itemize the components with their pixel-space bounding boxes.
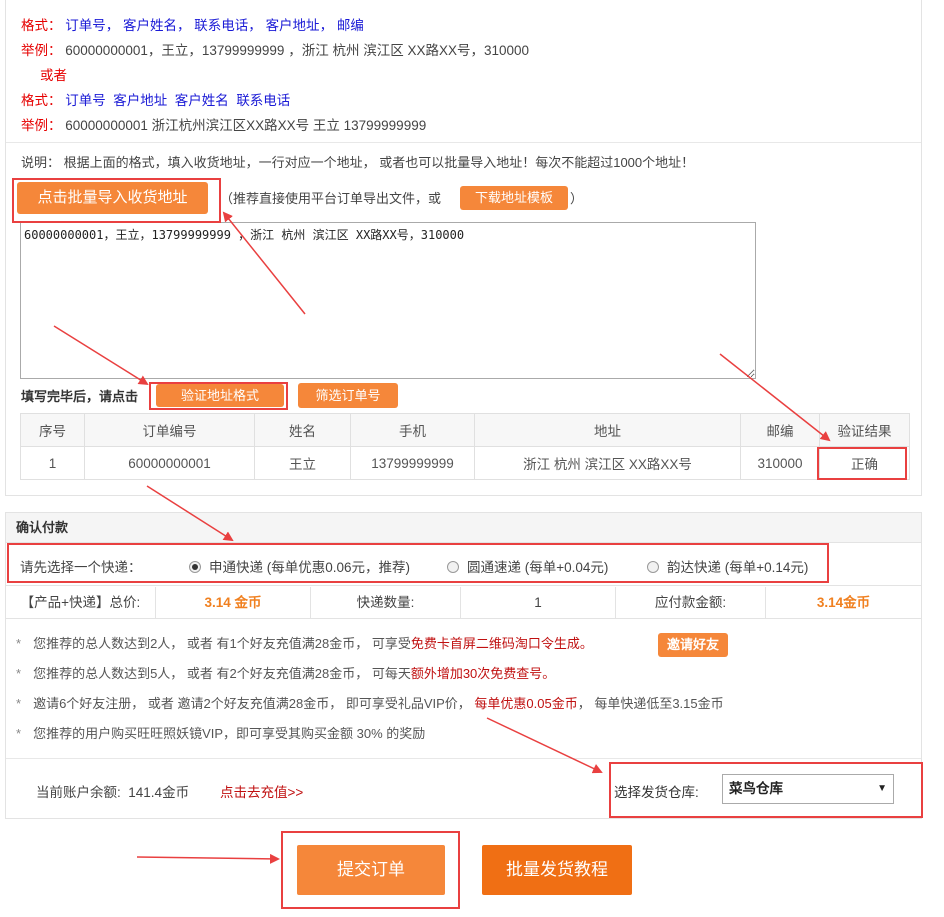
divider: [6, 142, 921, 143]
col-header-zip: 邮编: [740, 413, 820, 447]
order-summary-row: 【产品+快递】总价: 3.14 金币 快递数量: 1 应付款金额: 3.14金币: [6, 587, 921, 619]
format-label: 格式：: [21, 93, 62, 108]
express-option-yunda[interactable]: 韵达快递 (每单+0.14元): [647, 556, 808, 576]
payment-section-title: 确认付款: [6, 513, 921, 543]
example-line-2: 举例： 60000000001 浙江杭州滨江区XX路XX号 王立 1379999…: [21, 116, 426, 136]
example-label: 举例：: [21, 118, 62, 133]
radio-icon[interactable]: [447, 561, 459, 573]
verify-result-table: 序号 订单编号 姓名 手机 地址 邮编 验证结果 1 60000000001 王…: [20, 413, 910, 480]
invite-friend-button[interactable]: 邀请好友: [658, 633, 728, 657]
col-header-order-no: 订单编号: [84, 413, 255, 447]
bulk-shipping-tutorial-button[interactable]: 批量发货教程: [482, 845, 632, 895]
total-label: 【产品+快递】总价:: [6, 587, 156, 618]
warehouse-label: 选择发货仓库:: [614, 785, 699, 800]
total-value: 3.14 金币: [156, 587, 311, 618]
format-label: 格式：: [21, 18, 62, 33]
payment-panel: 确认付款 请先选择一个快递： 申通快递 (每单优惠0.06元，推荐) 圆通速递 …: [5, 512, 922, 819]
cell-zip: 310000: [740, 446, 820, 480]
arrow-to-submit: [136, 853, 280, 864]
address-textarea[interactable]: [20, 222, 756, 379]
cell-address: 浙江 杭州 滨江区 XX路XX号: [474, 446, 741, 480]
format-field-phone: 联系电话: [236, 93, 291, 108]
format-line-1: 格式： 订单号， 客户姓名， 联系电话， 客户地址， 邮编: [21, 18, 364, 33]
cell-order-no: 60000000001: [84, 446, 255, 480]
promo-item: * 邀请6个好友注册， 或者 邀请2个好友充值满28金币， 即可享受礼品VIP价，…: [16, 696, 724, 711]
submit-order-button[interactable]: 提交订单: [297, 845, 445, 895]
example-text: 60000000001 浙江杭州滨江区XX路XX号 王立 13799999999: [65, 118, 427, 133]
express-option-yto[interactable]: 圆通速递 (每单+0.04元): [447, 556, 608, 576]
format-field-address: 客户地址: [113, 93, 168, 108]
payable-label: 应付款金额:: [616, 587, 766, 618]
dropdown-arrow-icon: ▼: [877, 783, 887, 794]
format-line-2: 格式： 订单号 客户地址 客户姓名 联系电话: [21, 91, 290, 111]
promo-item: * 您推荐的总人数达到5人， 或者 有2个好友充值满28金币， 可每天额外增加30…: [16, 666, 556, 681]
example-line-1: 举例： 60000000001，王立，13799999999 ，浙江 杭州 滨江…: [21, 41, 529, 61]
format-field-customer-name: 客户姓名: [123, 18, 178, 33]
table-row: 1 60000000001 王立 13799999999 浙江 杭州 滨江区 X…: [20, 446, 910, 480]
cell-name: 王立: [254, 446, 351, 480]
format-field-order-no: 订单号: [65, 93, 106, 108]
express-selector: 请先选择一个快递： 申通快递 (每单优惠0.06元，推荐) 圆通速递 (每单+0…: [6, 544, 921, 586]
balance-info: 当前账户余额: 141.4金币: [36, 785, 190, 800]
warehouse-select[interactable]: 菜鸟仓库 ▼: [722, 774, 894, 804]
download-template-button[interactable]: 下载地址模板: [460, 186, 568, 210]
format-field-phone: 联系电话: [194, 18, 249, 33]
example-label: 举例：: [21, 43, 62, 58]
col-header-result: 验证结果: [819, 413, 910, 447]
verify-address-button[interactable]: 验证地址格式: [156, 384, 284, 407]
col-header-index: 序号: [20, 413, 85, 447]
or-text: 或者: [40, 68, 67, 83]
payable-value: 3.14金币: [816, 595, 871, 610]
recharge-link[interactable]: 点击去充值>>: [220, 781, 303, 801]
example-text: 60000000001，王立，13799999999 ，浙江 杭州 滨江区 XX…: [65, 43, 530, 58]
import-hint: （推荐直接使用平台订单导出文件，或: [220, 191, 442, 206]
count-label: 快递数量:: [311, 587, 461, 618]
cell-verify-result: 正确: [819, 446, 910, 480]
express-option-sto[interactable]: 申通快递 (每单优惠0.06元，推荐): [189, 556, 410, 576]
promo-item: * 您推荐的总人数达到2人， 或者 有1个好友充值满28金币， 可享受免费卡首屏二…: [16, 636, 593, 651]
verify-label: 填写完毕后，请点击: [21, 389, 139, 404]
radio-icon[interactable]: [647, 561, 659, 573]
format-field-customer-name: 客户姓名: [174, 93, 229, 108]
table-header-row: 序号 订单编号 姓名 手机 地址 邮编 验证结果: [20, 413, 910, 447]
format-field-address: 客户地址: [265, 18, 320, 33]
format-field-zip: 邮编: [336, 18, 364, 33]
cell-index: 1: [20, 446, 85, 480]
cell-phone: 13799999999: [350, 446, 475, 480]
import-hint-suffix: ）: [570, 191, 584, 206]
col-header-address: 地址: [474, 413, 741, 447]
col-header-name: 姓名: [254, 413, 351, 447]
radio-selected-icon[interactable]: [189, 561, 201, 573]
col-header-phone: 手机: [350, 413, 475, 447]
express-label: 请先选择一个快递：: [20, 560, 142, 575]
address-input-panel: 格式： 订单号， 客户姓名， 联系电话， 客户地址， 邮编 举例： 600000…: [5, 0, 922, 496]
instruction-note: 说明： 根据上面的格式，填入收货地址，一行对应一个地址， 或者也可以批量导入地址…: [21, 155, 695, 170]
count-value: 1: [461, 587, 616, 618]
balance-row: 当前账户余额: 141.4金币 点击去充值>> 选择发货仓库: 菜鸟仓库 ▼: [6, 758, 921, 820]
format-field-order-no: 订单号: [65, 18, 106, 33]
promo-item: * 您推荐的用户购买旺旺照妖镜VIP，即可享受其购买金额 30% 的奖励: [16, 726, 426, 741]
filter-order-button[interactable]: 筛选订单号: [298, 383, 398, 408]
bulk-import-address-button[interactable]: 点击批量导入收货地址: [17, 182, 208, 214]
